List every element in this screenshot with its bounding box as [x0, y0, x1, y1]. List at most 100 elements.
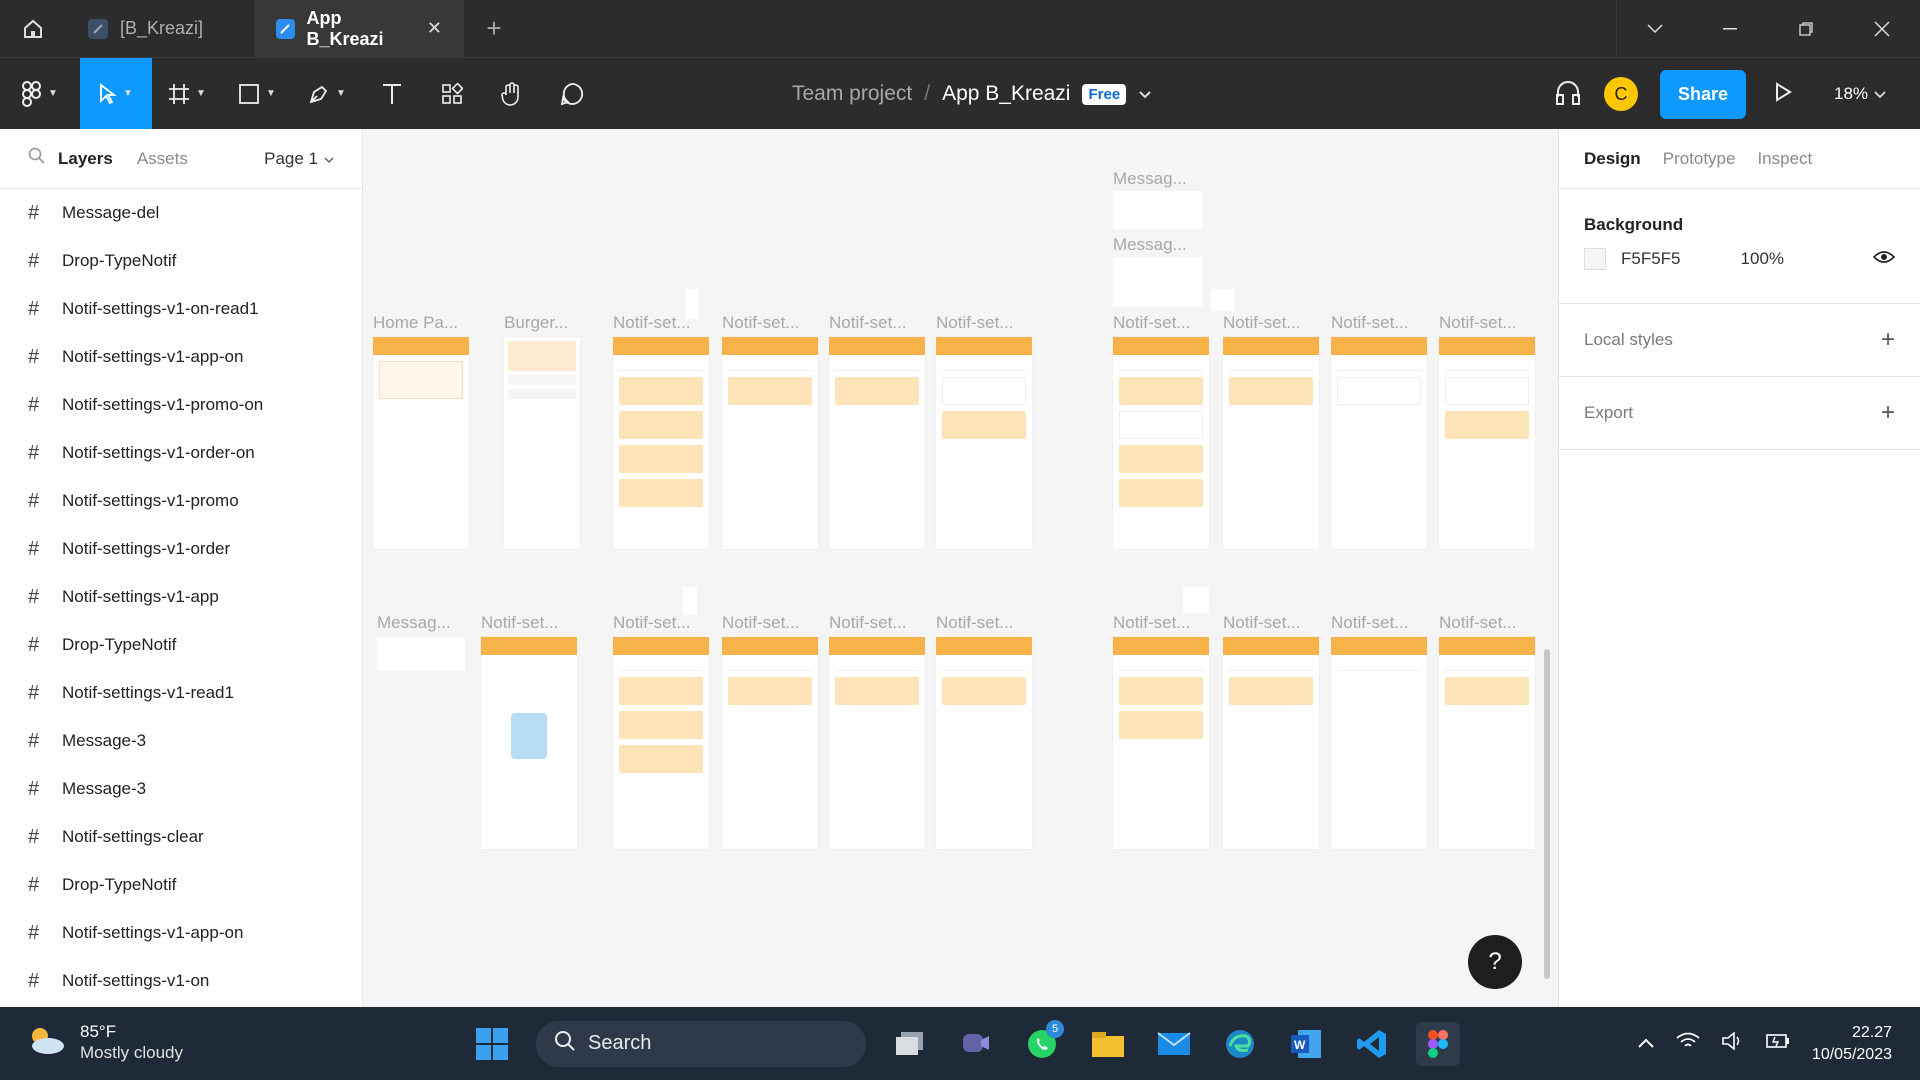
comment-tool-button[interactable] [542, 58, 602, 130]
frame-drop-typenotif[interactable] [1183, 587, 1209, 613]
background-swatch[interactable] [1584, 248, 1606, 270]
hand-tool-button[interactable] [482, 58, 542, 130]
layer-item[interactable]: # Message-3 [0, 765, 362, 813]
frame-notif-settings[interactable] [722, 337, 818, 549]
close-tab-icon[interactable]: ✕ [427, 18, 442, 39]
frame-label[interactable]: Notif-set... [1113, 313, 1190, 333]
page-selector[interactable]: Page 1 [264, 149, 334, 169]
frame-drop-typenotif[interactable] [1211, 289, 1235, 311]
background-hex[interactable]: F5F5F5 [1621, 249, 1681, 269]
layer-item[interactable]: # Message-3 [0, 717, 362, 765]
frame-label[interactable]: Notif-set... [1439, 613, 1516, 633]
resources-button[interactable] [422, 58, 482, 130]
layer-item[interactable]: # Notif-settings-v1-app [0, 573, 362, 621]
frame-notif-settings[interactable] [936, 637, 1032, 849]
layer-item[interactable]: # Notif-settings-clear [0, 813, 362, 861]
layer-item[interactable]: # Drop-TypeNotif [0, 237, 362, 285]
frame-label[interactable]: Notif-set... [1439, 313, 1516, 333]
headphones-icon[interactable] [1554, 79, 1582, 110]
tab-app-b-kreazi[interactable]: App B_Kreazi ✕ [254, 0, 464, 57]
frame-burger[interactable] [504, 337, 580, 549]
tab-design[interactable]: Design [1584, 149, 1641, 169]
plus-icon[interactable]: + [1881, 326, 1895, 354]
pen-tool-button[interactable]: ▼ [292, 58, 362, 130]
mail-icon[interactable] [1152, 1022, 1196, 1066]
frame-notif-settings[interactable] [613, 637, 709, 849]
text-tool-button[interactable] [362, 58, 422, 130]
frame-label[interactable]: Notif-set... [722, 613, 799, 633]
frame-label[interactable]: Notif-set... [1113, 613, 1190, 633]
wifi-icon[interactable] [1676, 1032, 1700, 1055]
frame-message[interactable] [1113, 191, 1203, 229]
chevron-down-icon[interactable] [1616, 0, 1692, 57]
frame-home-page[interactable] [373, 337, 469, 549]
frame-notif-settings[interactable] [1113, 637, 1209, 849]
layer-item[interactable]: # Drop-TypeNotif [0, 621, 362, 669]
layer-item[interactable]: # Notif-settings-v1-on [0, 957, 362, 1005]
frame-label[interactable]: Messag... [1113, 235, 1187, 255]
frame-notif-settings-clear[interactable] [481, 637, 577, 849]
frame-tool-button[interactable]: ▼ [152, 58, 222, 130]
help-button[interactable]: ? [1468, 935, 1522, 989]
close-window-button[interactable] [1844, 0, 1920, 57]
layer-item[interactable]: # Notif-settings-v1-read1 [0, 669, 362, 717]
frame-notif-settings[interactable] [1331, 637, 1427, 849]
layer-item[interactable]: # Notif-settings-v1-app-on [0, 909, 362, 957]
frame-label[interactable]: Notif-set... [1331, 613, 1408, 633]
canvas-scrollbar[interactable] [1544, 649, 1550, 979]
frame-label[interactable]: Notif-set... [1331, 313, 1408, 333]
edge-browser-icon[interactable] [1218, 1022, 1262, 1066]
frame-notif-settings[interactable] [1439, 637, 1535, 849]
frame-label[interactable]: Notif-set... [722, 313, 799, 333]
tab-assets[interactable]: Assets [137, 149, 188, 169]
frame-label[interactable]: Home Pa... [373, 313, 458, 333]
plan-badge[interactable]: Free [1082, 83, 1127, 105]
layer-item[interactable]: # Notif-settings-v1-promo [0, 477, 362, 525]
taskbar-search[interactable]: Search [536, 1020, 866, 1067]
share-button[interactable]: Share [1659, 69, 1746, 119]
shape-tool-button[interactable]: ▼ [222, 58, 292, 130]
main-menu-button[interactable]: ▼ [0, 58, 80, 130]
eye-icon[interactable] [1872, 249, 1896, 269]
new-tab-button[interactable]: + [464, 0, 524, 57]
frame-label[interactable]: Notif-set... [829, 613, 906, 633]
zoom-dropdown[interactable]: 18% [1834, 84, 1908, 104]
layer-item[interactable]: # Notif-settings-v1-order [0, 525, 362, 573]
restore-button[interactable] [1768, 0, 1844, 57]
frame-label[interactable]: Notif-set... [936, 613, 1013, 633]
layer-item[interactable]: # Notif-settings-v1-order-on [0, 429, 362, 477]
chevron-up-icon[interactable] [1638, 1035, 1654, 1053]
volume-icon[interactable] [1722, 1031, 1744, 1055]
avatar[interactable]: C [1603, 77, 1638, 111]
system-clock[interactable]: 22.27 10/05/2023 [1812, 1022, 1892, 1066]
word-icon[interactable]: W [1284, 1022, 1328, 1066]
layer-item[interactable]: # Message-del [0, 189, 362, 237]
file-explorer-icon[interactable] [1086, 1022, 1130, 1066]
search-icon[interactable] [28, 147, 46, 170]
frame-label[interactable]: Notif-set... [613, 613, 690, 633]
frame-label[interactable]: Notif-set... [1223, 613, 1300, 633]
frame-notif-settings[interactable] [1439, 337, 1535, 549]
design-canvas[interactable]: Messag... Messag... Home Pa... Burger...… [363, 129, 1558, 1007]
move-tool-button[interactable]: ▼ [80, 57, 152, 130]
home-icon[interactable] [0, 0, 66, 57]
frame-label[interactable]: Notif-set... [613, 313, 690, 333]
present-play-icon[interactable] [1774, 81, 1792, 107]
teams-chat-icon[interactable] [954, 1022, 998, 1066]
frame-label[interactable]: Notif-set... [1223, 313, 1300, 333]
frame-label[interactable]: Messag... [1113, 169, 1187, 189]
plus-icon[interactable]: + [1881, 399, 1895, 427]
frame-label[interactable]: Notif-set... [829, 313, 906, 333]
vscode-icon[interactable] [1350, 1022, 1394, 1066]
frame-notif-settings[interactable] [1331, 337, 1427, 549]
frame-label[interactable]: Burger... [504, 313, 568, 333]
minimize-button[interactable] [1692, 0, 1768, 57]
tab-prototype[interactable]: Prototype [1663, 149, 1736, 169]
weather-widget[interactable]: 85°F Mostly cloudy [26, 1021, 183, 1063]
background-opacity[interactable]: 100% [1741, 249, 1784, 269]
layer-item[interactable]: # Notif-settings-v1-app-on [0, 333, 362, 381]
layer-item[interactable]: # Drop-TypeNotif [0, 861, 362, 909]
windows-start-icon[interactable] [470, 1022, 514, 1066]
frame-notif-settings[interactable] [829, 337, 925, 549]
frame-message[interactable] [1113, 257, 1203, 307]
